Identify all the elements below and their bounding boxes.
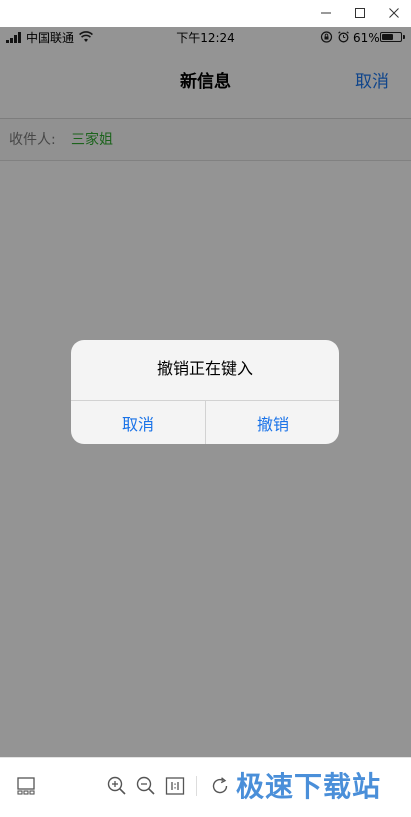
window-title-bar <box>0 0 411 27</box>
thumbnail-icon[interactable] <box>14 774 38 798</box>
alert-undo-button[interactable]: 撤销 <box>206 401 339 444</box>
phone-screen: 中国联通 下午12:24 61% 新信息 取消 收件人: 三家姐 撤销正在键入 … <box>0 27 411 757</box>
actual-size-icon[interactable] <box>163 774 187 798</box>
close-icon <box>389 8 399 18</box>
alert-title: 撤销正在键入 <box>156 359 253 378</box>
rotate-icon[interactable] <box>208 774 232 798</box>
close-button[interactable] <box>377 0 411 26</box>
viewer-toolbar: 极速下载站 <box>0 757 411 817</box>
maximize-icon <box>355 8 365 18</box>
watermark-logo: 极速下载站 <box>236 770 382 803</box>
minimize-icon <box>321 12 331 14</box>
alert-cancel-button[interactable]: 取消 <box>71 401 205 444</box>
minimize-button[interactable] <box>309 0 343 26</box>
undo-typing-alert: 撤销正在键入 取消 撤销 <box>71 340 339 444</box>
zoom-out-icon[interactable] <box>134 774 158 798</box>
zoom-in-icon[interactable] <box>105 774 129 798</box>
maximize-button[interactable] <box>343 0 377 26</box>
toolbar-separator <box>196 776 197 796</box>
